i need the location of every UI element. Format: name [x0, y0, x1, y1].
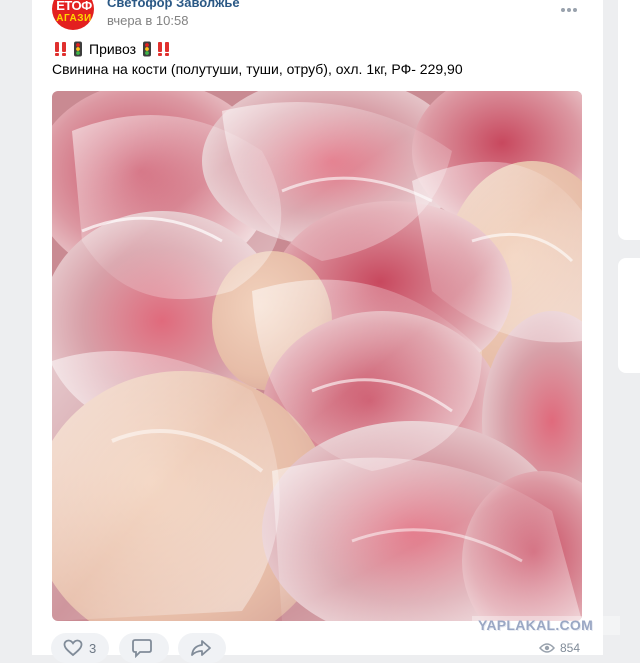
post-title-text: Привоз	[89, 41, 136, 57]
side-card-bottom	[618, 258, 640, 373]
traffic-light-icon	[143, 41, 151, 57]
photo-meat-image	[52, 91, 582, 621]
avatar-text-line2: АГАЗИ	[56, 13, 92, 24]
side-card-top	[618, 0, 640, 240]
eye-icon	[539, 643, 555, 653]
comment-button[interactable]	[119, 633, 169, 663]
traffic-light-icon	[74, 41, 82, 57]
post-photo[interactable]	[52, 91, 582, 621]
double-exclamation-icon	[55, 42, 66, 56]
double-exclamation-icon	[158, 42, 169, 56]
like-button[interactable]: 3	[51, 633, 109, 663]
share-button[interactable]	[178, 633, 226, 663]
share-icon	[191, 640, 211, 656]
avatar-text-line1: ЕТОФ	[56, 0, 92, 13]
like-count: 3	[89, 640, 97, 656]
post-time[interactable]: вчера в 10:58	[107, 13, 188, 28]
heart-icon	[63, 639, 83, 657]
watermark: YAPLAKAL.COM	[478, 617, 594, 633]
comment-icon	[132, 639, 152, 658]
post-description: Свинина на кости (полутуши, туши, отруб)…	[52, 61, 463, 77]
more-icon[interactable]	[558, 5, 580, 15]
views-count: 854	[560, 641, 581, 655]
post-title: Привоз	[52, 40, 173, 58]
views-counter: 854	[539, 641, 580, 655]
author-name[interactable]: Светофор Заволжье	[107, 0, 240, 10]
